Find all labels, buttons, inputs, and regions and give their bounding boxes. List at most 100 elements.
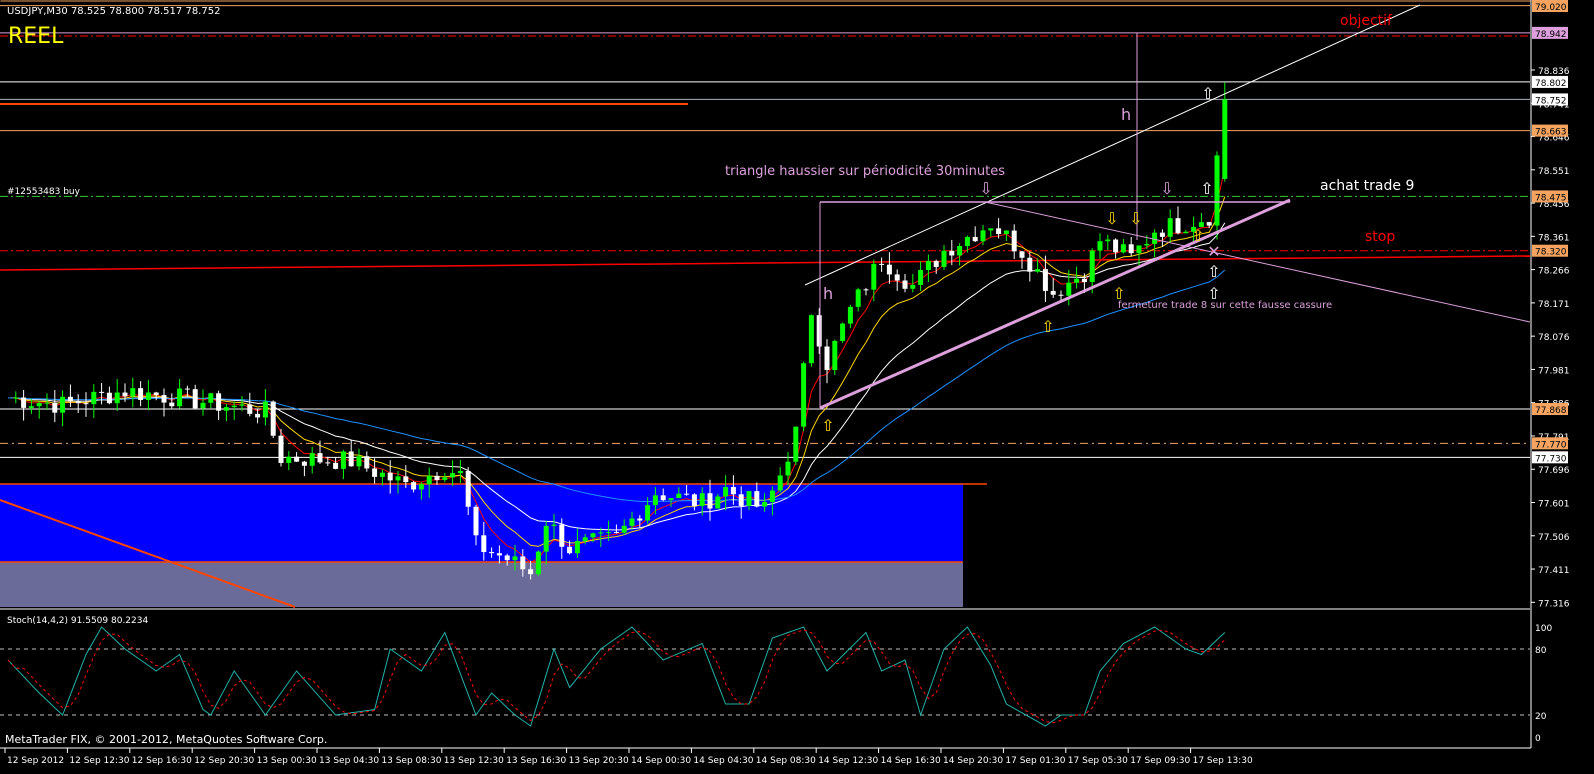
arrow-icon: ⇧ — [1201, 84, 1214, 103]
price-level-label: 78.752 — [1535, 96, 1567, 106]
candle-body — [91, 391, 97, 405]
candle-body — [130, 388, 136, 397]
candle-body — [1152, 232, 1158, 244]
candle-body — [153, 392, 159, 396]
candle-body — [1011, 230, 1017, 252]
candle-body — [301, 461, 307, 466]
candle-body — [1058, 294, 1064, 296]
time-tick-label: 17 Sep 01:30 — [1005, 756, 1065, 766]
candle-body — [1222, 99, 1228, 179]
candle-body — [1175, 218, 1181, 234]
candle-body — [177, 388, 183, 407]
candle-body — [1089, 250, 1095, 283]
annotation-objectif: objectif — [1340, 13, 1393, 29]
price-level-label: 77.730 — [1535, 454, 1567, 464]
time-tick-label: 13 Sep 08:30 — [381, 756, 441, 766]
order-label: #12553483 buy — [7, 187, 81, 197]
candle-body — [676, 493, 682, 499]
candle-body — [777, 475, 783, 491]
candle-body — [715, 496, 721, 509]
candle-body — [395, 476, 401, 481]
candle-body — [652, 495, 658, 506]
candle-body — [746, 491, 752, 506]
stoch-tick-label: 80 — [1535, 646, 1547, 656]
arrow-icon: ⇧ — [1041, 317, 1054, 336]
candle-body — [574, 541, 580, 554]
moving-average-50 — [8, 269, 1226, 503]
time-tick-label: 14 Sep 08:30 — [756, 756, 816, 766]
candle-body — [317, 453, 323, 463]
stoch-tick-label: 0 — [1535, 734, 1541, 744]
candle-body — [450, 473, 456, 478]
candle-body — [808, 315, 814, 364]
candle-body — [879, 263, 885, 265]
candle-body — [481, 535, 487, 553]
candle-body — [200, 402, 206, 409]
time-tick-label: 14 Sep 04:30 — [693, 756, 753, 766]
channel-upper-line[interactable] — [804, 4, 1421, 286]
arrow-icon: ⇧ — [821, 416, 834, 435]
price-level-label: 78.320 — [1535, 248, 1567, 258]
price-level-label: 77.770 — [1535, 440, 1567, 450]
candle-body — [637, 518, 643, 521]
candle-body — [1214, 155, 1220, 226]
candle-body — [598, 532, 604, 534]
candle-body — [1042, 269, 1048, 291]
time-tick-label: 14 Sep 20:30 — [943, 756, 1003, 766]
price-level-label: 79.020 — [1535, 3, 1567, 13]
candle-body — [465, 471, 471, 507]
stoch-tick-label: 100 — [1535, 624, 1552, 634]
candle-body — [60, 396, 66, 413]
candle-body — [36, 402, 42, 407]
candle-body — [286, 456, 292, 463]
price-level-label: 78.663 — [1535, 128, 1567, 138]
candle-body — [239, 404, 245, 406]
arrow-icon: ✕ — [1207, 242, 1220, 261]
candle-body — [957, 245, 963, 256]
annotation-achat: achat trade 9 — [1320, 178, 1414, 194]
indicator-label: Stoch(14,4,2) 91.5509 80.2234 — [7, 616, 148, 626]
candle-body — [122, 392, 128, 397]
candle-body — [44, 402, 50, 404]
candle-body — [668, 498, 674, 501]
annotation-fermeture: fermeture trade 8 sur cette fausse cassu… — [1118, 300, 1332, 311]
red-support-line — [0, 255, 1531, 271]
price-tick-label: 78.076 — [1538, 333, 1570, 343]
candle-body — [512, 556, 518, 561]
candle-body — [660, 495, 666, 501]
candle-body — [996, 228, 1002, 234]
candle-body — [894, 274, 900, 281]
arrow-icon: ⇩ — [1160, 179, 1173, 198]
copyright: MetaTrader FIX, © 2001-2012, MetaQuotes … — [5, 733, 327, 746]
candle-body — [723, 487, 729, 497]
candle-body — [184, 388, 190, 390]
stoch-signal-line — [7, 629, 1226, 724]
candle-body — [457, 471, 463, 474]
candle-body — [1066, 282, 1072, 296]
candle-body — [535, 551, 541, 575]
candle-body — [270, 401, 276, 436]
candle-body — [559, 524, 565, 547]
candle-body — [99, 391, 105, 393]
candle-body — [161, 395, 167, 403]
time-tick-label: 14 Sep 00:30 — [631, 756, 691, 766]
candle-body — [473, 506, 479, 536]
candle-body — [379, 472, 385, 477]
price-chart[interactable]: ⇩⇩⇩⇩⇧⇧⇧⇧⇧⇧⇧⇧✕ 78.83678.74178.64678.55178… — [0, 0, 1594, 774]
candle-body — [75, 401, 81, 404]
candle-body — [192, 389, 198, 409]
candle-body — [1019, 251, 1025, 258]
candle-body — [1144, 243, 1150, 246]
candle-body — [855, 289, 861, 307]
candle-body — [1159, 232, 1165, 237]
candle-body — [551, 524, 557, 526]
price-tick-label: 77.411 — [1538, 566, 1570, 576]
candle-body — [699, 493, 705, 506]
candle-body — [933, 261, 939, 267]
candle-body — [278, 435, 284, 463]
candle-body — [910, 284, 916, 289]
time-tick-label: 13 Sep 04:30 — [319, 756, 379, 766]
candle-body — [13, 397, 19, 399]
candle-body — [762, 502, 768, 507]
stoch-main-line — [7, 626, 1226, 727]
